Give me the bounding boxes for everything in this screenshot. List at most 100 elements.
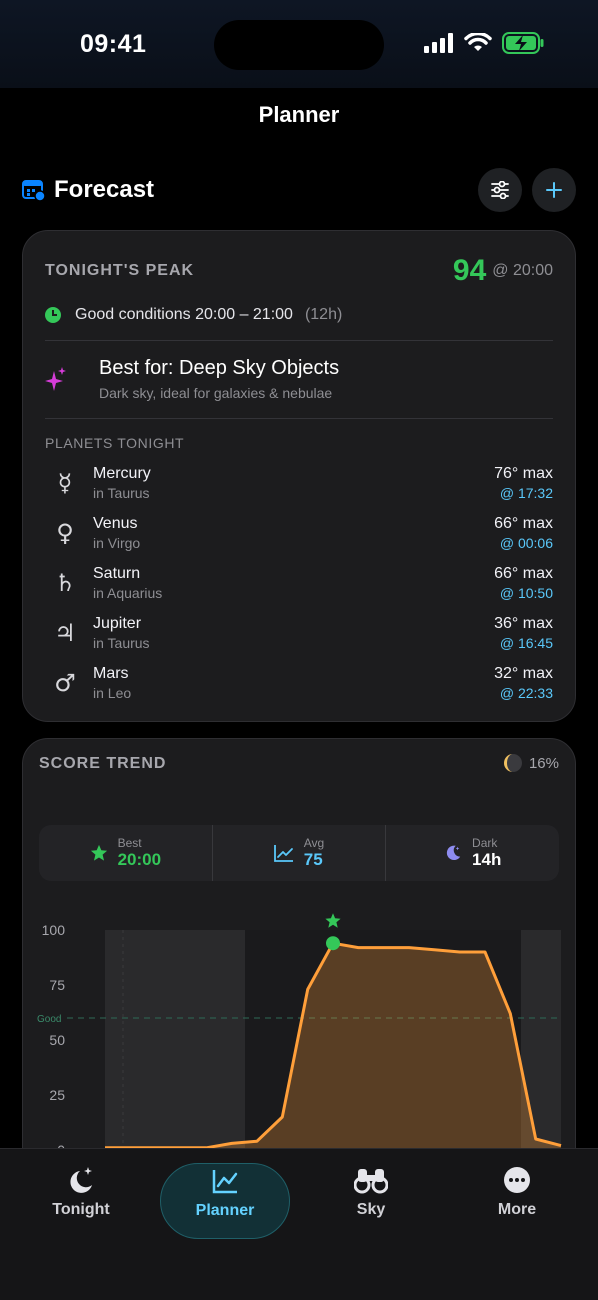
mars-symbol-icon: ♂ bbox=[54, 669, 76, 697]
peak-row: TONIGHT'S PEAK 94 @ 20:00 bbox=[45, 251, 553, 291]
stat-label: Dark bbox=[472, 836, 498, 850]
sparkle-icon bbox=[45, 367, 66, 391]
planet-name: Jupiter bbox=[93, 615, 142, 632]
tab-label: Planner bbox=[195, 1202, 255, 1219]
tab-label: Sky bbox=[356, 1201, 386, 1218]
dynamic-island bbox=[214, 20, 384, 70]
peak-marker bbox=[326, 936, 340, 951]
tab-label: Tonight bbox=[52, 1201, 110, 1218]
moon-phase: 16% bbox=[503, 753, 559, 773]
planet-altitude: 66° max bbox=[494, 515, 553, 532]
planet-time: @ 22:33 bbox=[499, 685, 553, 701]
moon-icon bbox=[446, 845, 461, 861]
wifi-icon bbox=[464, 33, 492, 51]
planet-name: Venus bbox=[93, 515, 138, 532]
planet-row-mercury[interactable]: ☿ Mercury in Taurus 76° max @ 17:32 bbox=[45, 463, 553, 507]
planet-row-saturn[interactable]: ♄ Saturn in Aquarius 66° max @ 10:50 bbox=[45, 563, 553, 607]
conditions-row: Good conditions 20:00 – 21:00 (12h) bbox=[45, 301, 553, 329]
planet-constellation: in Leo bbox=[93, 685, 132, 701]
planet-constellation: in Aquarius bbox=[93, 585, 163, 601]
planets-label: PLANETS TONIGHT bbox=[45, 435, 185, 451]
tonights-peak-card[interactable]: TONIGHT'S PEAK 94 @ 20:00 Good condition… bbox=[22, 230, 576, 722]
sliders-icon bbox=[491, 181, 509, 199]
night-band bbox=[105, 930, 245, 1177]
tab-sky[interactable]: Sky bbox=[306, 1163, 436, 1239]
signal-icon bbox=[424, 33, 453, 53]
more-icon bbox=[504, 1167, 530, 1193]
score-trend-card[interactable]: SCORE TREND 16% Best 20:00 Avg 75 Dark 1… bbox=[22, 738, 576, 1178]
tab-planner[interactable]: Planner bbox=[160, 1163, 290, 1239]
planet-time: @ 00:06 bbox=[499, 535, 553, 551]
stat-avg: Avg 75 bbox=[213, 825, 387, 881]
moon-phase-icon bbox=[503, 754, 522, 772]
planet-altitude: 66° max bbox=[494, 565, 553, 582]
stat-value: 20:00 bbox=[117, 850, 162, 869]
planet-row-jupiter[interactable]: ♃ Jupiter in Taurus 36° max @ 16:45 bbox=[45, 613, 553, 657]
forecast-header: Forecast bbox=[22, 168, 576, 212]
score-trend-chart[interactable]: 1007550250 Good bbox=[23, 899, 576, 1178]
stat-value: 14h bbox=[472, 850, 502, 869]
stat-label: Best bbox=[117, 836, 142, 850]
chart-icon bbox=[212, 1170, 238, 1194]
planet-constellation: in Taurus bbox=[93, 635, 150, 651]
planet-constellation: in Virgo bbox=[93, 535, 141, 551]
peak-score: 94 bbox=[452, 254, 487, 287]
planet-time: @ 17:32 bbox=[499, 485, 553, 501]
peak-star-icon bbox=[325, 913, 341, 928]
divider bbox=[45, 418, 553, 419]
jupiter-symbol-icon: ♃ bbox=[54, 619, 76, 647]
planet-time: @ 10:50 bbox=[499, 585, 553, 601]
peak-time: @ 20:00 bbox=[492, 262, 553, 279]
best-for-subtitle: Dark sky, ideal for galaxies & nebulae bbox=[99, 385, 333, 401]
moon-stars-icon bbox=[70, 1167, 92, 1193]
battery-charging-icon bbox=[502, 32, 544, 54]
conditions-duration: (12h) bbox=[304, 306, 343, 323]
tab-label: More bbox=[497, 1201, 537, 1218]
filter-button[interactable] bbox=[478, 168, 522, 212]
trend-stats: Best 20:00 Avg 75 Dark 14h bbox=[39, 825, 559, 881]
stat-value: 75 bbox=[303, 850, 323, 869]
status-icons bbox=[424, 32, 544, 54]
tab-bar: Tonight Planner Sky More bbox=[0, 1148, 598, 1300]
add-button[interactable] bbox=[532, 168, 576, 212]
y-tick-label: 100 bbox=[42, 922, 66, 938]
y-tick-label: 25 bbox=[49, 1087, 65, 1103]
mercury-symbol-icon: ☿ bbox=[57, 469, 73, 497]
plus-icon bbox=[546, 182, 562, 198]
best-for-title: Best for: Deep Sky Objects bbox=[99, 357, 340, 379]
best-for-row: Best for: Deep Sky Objects Dark sky, ide… bbox=[45, 355, 553, 405]
score-trend-label: SCORE TREND bbox=[39, 755, 167, 772]
status-bar: 09:41 bbox=[0, 0, 598, 88]
planet-altitude: 32° max bbox=[494, 665, 553, 682]
star-icon bbox=[90, 844, 107, 861]
planet-name: Mercury bbox=[93, 465, 151, 482]
saturn-symbol-icon: ♄ bbox=[54, 569, 76, 597]
tab-more[interactable]: More bbox=[452, 1163, 582, 1239]
calendar-icon bbox=[22, 180, 46, 202]
planet-row-venus[interactable]: ♀ Venus in Virgo 66° max @ 00:06 bbox=[45, 513, 553, 557]
planet-row-mars[interactable]: ♂ Mars in Leo 32° max @ 22:33 bbox=[45, 663, 553, 707]
y-tick-label: 75 bbox=[49, 977, 65, 993]
binoculars-icon bbox=[354, 1169, 388, 1194]
moon-illumination: 16% bbox=[528, 754, 559, 772]
planet-altitude: 76° max bbox=[494, 465, 553, 482]
planet-constellation: in Taurus bbox=[93, 485, 150, 501]
planet-name: Mars bbox=[93, 665, 129, 682]
clock-icon bbox=[45, 307, 61, 323]
planet-name: Saturn bbox=[93, 565, 141, 582]
conditions-text: Good conditions 20:00 – 21:00 bbox=[75, 306, 293, 323]
page-title: Planner bbox=[258, 102, 340, 127]
planet-time: @ 16:45 bbox=[499, 635, 553, 651]
venus-symbol-icon: ♀ bbox=[56, 519, 74, 547]
stat-label: Avg bbox=[303, 836, 325, 850]
y-tick-label: 50 bbox=[49, 1032, 65, 1048]
planet-altitude: 36° max bbox=[494, 615, 553, 632]
divider bbox=[45, 340, 553, 341]
peak-label: TONIGHT'S PEAK bbox=[45, 262, 195, 279]
tab-tonight[interactable]: Tonight bbox=[16, 1163, 146, 1239]
section-title: Forecast bbox=[54, 176, 155, 203]
stat-dark: Dark 14h bbox=[386, 825, 559, 881]
stat-best: Best 20:00 bbox=[39, 825, 213, 881]
good-threshold-label: Good bbox=[37, 1014, 61, 1025]
status-time: 09:41 bbox=[80, 30, 147, 58]
